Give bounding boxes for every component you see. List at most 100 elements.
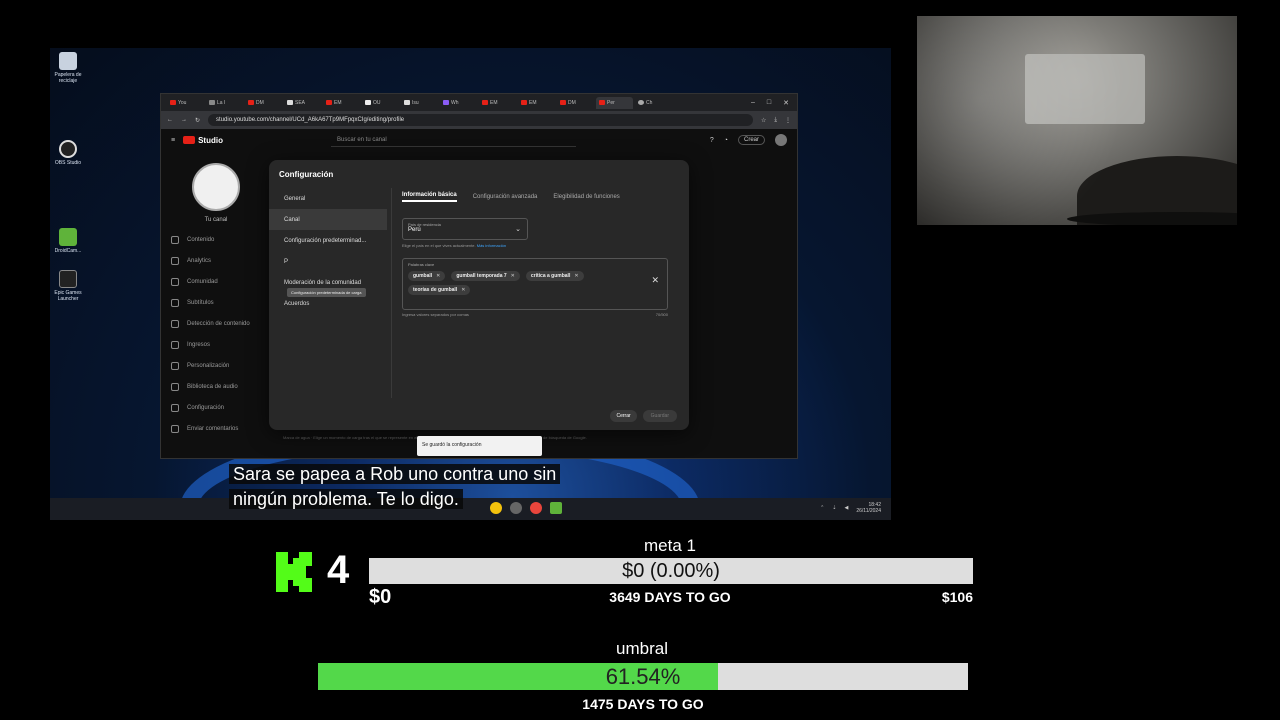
desktop-icon-obs[interactable]: OBS Studio <box>52 140 84 166</box>
browser-tab[interactable]: SEA <box>284 97 321 109</box>
goal-days-left: 3649 DAYS TO GO <box>609 589 731 605</box>
notifications-icon[interactable]: ◔ <box>724 137 728 144</box>
tray-chevron-icon[interactable]: ⌃ <box>820 505 824 511</box>
tab-bar: You La I DM SEA EM OU Isu Wh EM EM DM Pe… <box>161 94 797 111</box>
browser-tab[interactable]: Isu <box>401 97 438 109</box>
bookmark-star-icon[interactable]: ☆ <box>761 117 766 124</box>
browser-tab[interactable]: Ch <box>635 97 672 109</box>
youtube-icon <box>482 100 488 105</box>
desktop-icon-droidcam[interactable]: DroidCam... <box>52 228 84 254</box>
maximize-icon[interactable]: □ <box>767 99 771 107</box>
clear-keywords-icon[interactable]: ✕ <box>651 275 659 286</box>
sidebar-item-content[interactable]: Contenido <box>161 229 271 250</box>
sidebar-item-content-detection[interactable]: Detección de contenido <box>161 313 271 334</box>
sidebar-item-analytics[interactable]: Analytics <box>161 250 271 271</box>
browser-tab[interactable]: DM <box>245 97 282 109</box>
studio-header: ≡ Studio Buscar en tu canal ? ◔ Crear <box>161 129 797 151</box>
youtube-icon <box>560 100 566 105</box>
browser-tab[interactable]: Wh <box>440 97 477 109</box>
sidebar-item-settings[interactable]: Configuración <box>161 397 271 418</box>
youtube-icon <box>326 100 332 105</box>
browser-tab[interactable]: EM <box>323 97 360 109</box>
keywords-footer: Ingresa valores separados por comas 70/5… <box>402 312 668 317</box>
browser-tab[interactable]: DM <box>557 97 594 109</box>
desktop-capture: Papelera de reciclaje OBS Studio DroidCa… <box>50 48 891 520</box>
keyword-chip[interactable]: crítica a gumball ✕ <box>525 271 584 281</box>
settings-nav-permissions[interactable]: P <box>269 251 387 272</box>
menu-dots-icon[interactable]: ⋮ <box>785 117 791 124</box>
browser-tab[interactable]: You <box>167 97 204 109</box>
stream-layout: Papelera de reciclaje OBS Studio DroidCa… <box>0 0 1280 720</box>
account-avatar[interactable] <box>775 134 787 146</box>
minimize-icon[interactable]: – <box>751 99 755 107</box>
browser-tab[interactable]: OU <box>362 97 399 109</box>
desktop-icon-epic[interactable]: Epic Games Launcher <box>52 270 84 302</box>
desktop-icon-label: Papelera de reciclaje <box>54 72 82 84</box>
learn-more-link[interactable]: Más información <box>477 243 506 248</box>
page-icon <box>443 100 449 105</box>
tab-advanced-settings[interactable]: Configuración avanzada <box>473 194 538 200</box>
settings-nav-general[interactable]: General <box>269 188 387 209</box>
sidebar-item-earnings[interactable]: Ingresos <box>161 334 271 355</box>
url-field[interactable]: studio.youtube.com/channel/UCd_A6kA67Tp9… <box>208 114 753 126</box>
forward-icon[interactable]: → <box>181 117 187 123</box>
download-icon[interactable]: ⤓ <box>774 117 777 124</box>
reload-icon[interactable]: ↻ <box>195 117 200 124</box>
save-button[interactable]: Guardar <box>642 410 677 422</box>
country-select[interactable]: País de residencia Perú ⌄ <box>402 218 528 240</box>
system-tray: ⌃ ⇣ ◀ 18:42 26/11/2024 <box>820 502 881 514</box>
youtube-logo-icon <box>183 136 196 144</box>
webcam-feed <box>917 16 1237 225</box>
desktop-icon-recycle-bin[interactable]: Papelera de reciclaje <box>52 52 84 84</box>
sidebar-item-customization[interactable]: Personalización <box>161 355 271 376</box>
sidebar-item-audio-library[interactable]: Biblioteca de audio <box>161 376 271 397</box>
remove-chip-icon[interactable]: ✕ <box>461 287 465 293</box>
settings-nav-channel[interactable]: Canal <box>269 209 387 230</box>
studio-logo[interactable]: Studio <box>183 136 223 145</box>
page-icon <box>209 100 215 105</box>
back-icon[interactable]: ← <box>167 117 173 123</box>
close-button[interactable]: Cerrar <box>610 410 637 422</box>
goal-amount: $0 (0.00%) <box>622 560 720 582</box>
keywords-field[interactable]: Palabras clave gumball ✕ gumball temporad… <box>402 258 668 310</box>
customization-icon <box>171 361 179 370</box>
browser-tab-active[interactable]: Per <box>596 96 633 109</box>
remove-chip-icon[interactable]: ✕ <box>436 273 440 279</box>
browser-tab[interactable]: La I <box>206 97 243 109</box>
keyword-chip[interactable]: gumball ✕ <box>408 271 446 281</box>
settings-content: Información básica Configuración avanzad… <box>391 188 681 398</box>
sidebar-item-feedback[interactable]: Enviar comentarios <box>161 418 271 439</box>
desktop-icon-label: OBS Studio <box>54 160 82 166</box>
help-icon[interactable]: ? <box>710 137 714 144</box>
window-controls: – □ ✕ <box>751 99 797 107</box>
studio-search-input[interactable]: Buscar en tu canal <box>330 134 576 147</box>
remove-chip-icon[interactable]: ✕ <box>574 273 578 279</box>
x-icon <box>404 100 410 105</box>
remove-chip-icon[interactable]: ✕ <box>511 273 515 279</box>
taskbar-clock[interactable]: 18:42 26/11/2024 <box>856 502 881 514</box>
youtube-icon <box>521 100 527 105</box>
browser-tab[interactable]: EM <box>518 97 555 109</box>
desktop-icon-label: DroidCam... <box>54 248 82 254</box>
kick-follower-count: 4 <box>327 548 350 592</box>
sidebar-item-community[interactable]: Comunidad <box>161 271 271 292</box>
network-icon[interactable]: ⇣ <box>832 505 836 511</box>
create-button[interactable]: Crear <box>737 135 765 145</box>
browser-tab[interactable]: EM <box>479 97 516 109</box>
goal-target-amount: $106 <box>941 589 973 605</box>
close-icon[interactable]: ✕ <box>783 99 789 107</box>
tab-basic-info[interactable]: Información básica <box>402 192 457 202</box>
channel-avatar[interactable] <box>192 163 240 211</box>
recycle-bin-icon <box>59 52 77 70</box>
modal-actions: Cerrar Guardar <box>610 410 677 422</box>
settings-nav-upload-defaults[interactable]: Configuración predeterminad... <box>269 230 387 251</box>
studio-sidebar: Tu canal Contenido Analytics Comunidad S… <box>161 151 271 459</box>
goal-title: meta 1 <box>644 536 696 555</box>
tab-feature-eligibility[interactable]: Elegibilidad de funciones <box>553 194 619 200</box>
hamburger-menu-icon[interactable]: ≡ <box>171 137 175 144</box>
keyword-chip[interactable]: teorías de gumball ✕ <box>408 285 471 295</box>
sidebar-item-subtitles[interactable]: Subtítulos <box>161 292 271 313</box>
keyword-chip[interactable]: gumball temporada 7 ✕ <box>451 271 520 281</box>
volume-icon[interactable]: ◀ <box>844 505 848 511</box>
goal-progress-bar: 61.54% <box>318 663 968 690</box>
